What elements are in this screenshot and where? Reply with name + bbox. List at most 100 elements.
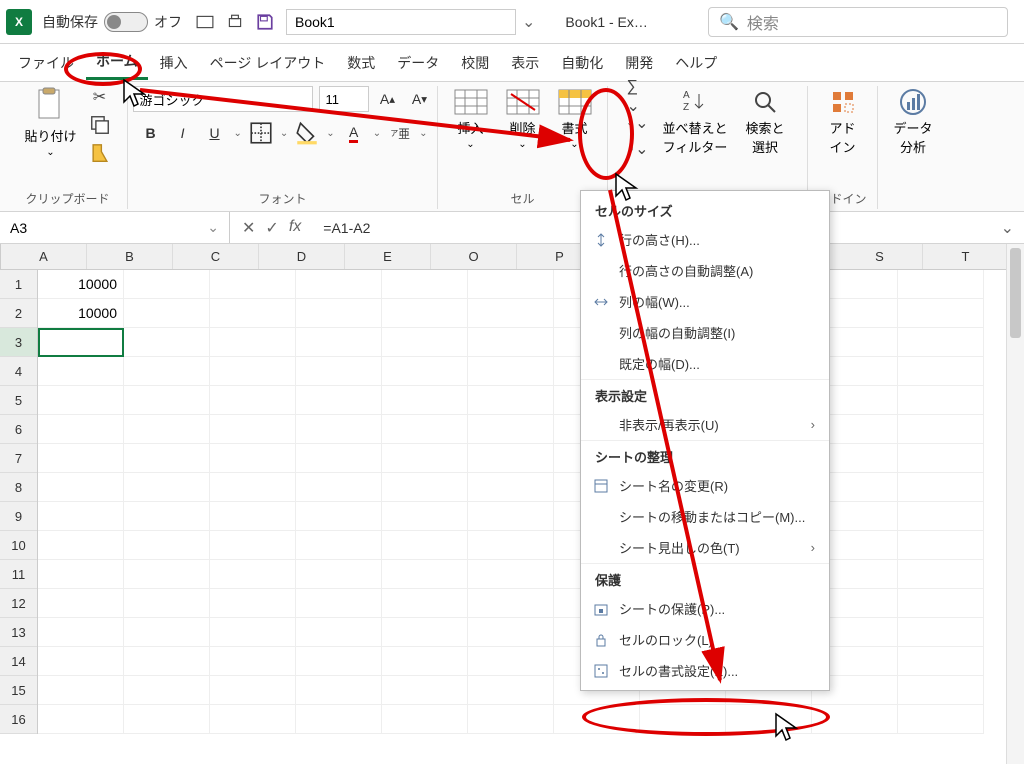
row-header[interactable]: 6 xyxy=(0,415,37,444)
cell[interactable] xyxy=(382,647,468,676)
sort-filter-button[interactable]: AZ 並べ替えと フィルター xyxy=(658,86,731,160)
cell[interactable] xyxy=(124,589,210,618)
cell[interactable] xyxy=(382,328,468,357)
cell[interactable] xyxy=(124,676,210,705)
cell[interactable] xyxy=(38,676,124,705)
col-header[interactable]: T xyxy=(923,244,1009,269)
cell[interactable] xyxy=(296,386,382,415)
cell[interactable] xyxy=(124,560,210,589)
cell[interactable] xyxy=(898,676,984,705)
cell[interactable] xyxy=(38,560,124,589)
filename-dropdown[interactable]: Book1 xyxy=(286,9,516,35)
tab-page-layout[interactable]: ページ レイアウト xyxy=(200,47,336,79)
row-header[interactable]: 3 xyxy=(0,328,37,357)
cell[interactable] xyxy=(898,502,984,531)
format-painter-icon[interactable] xyxy=(89,142,111,164)
tab-insert[interactable]: 挿入 xyxy=(150,47,198,79)
dd-autofit-col[interactable]: 列の幅の自動調整(I) xyxy=(581,317,829,348)
cancel-icon[interactable]: ✕ xyxy=(242,218,255,238)
cell[interactable] xyxy=(38,386,124,415)
cell[interactable] xyxy=(296,473,382,502)
tab-file[interactable]: ファイル xyxy=(8,47,84,79)
dd-row-height[interactable]: 行の高さ(H)... xyxy=(581,224,829,255)
row-header[interactable]: 10 xyxy=(0,531,37,560)
cell[interactable] xyxy=(296,705,382,734)
font-name-select[interactable] xyxy=(133,86,313,112)
row-header[interactable]: 1 xyxy=(0,270,37,299)
row-header[interactable]: 4 xyxy=(0,357,37,386)
open-icon[interactable] xyxy=(196,13,214,31)
cell[interactable] xyxy=(210,589,296,618)
cell[interactable] xyxy=(210,560,296,589)
autosave-toggle[interactable]: 自動保存 オフ xyxy=(42,12,182,32)
cell[interactable] xyxy=(38,705,124,734)
paste-button[interactable]: 貼り付け ⌄ xyxy=(24,86,76,164)
toggle-icon[interactable] xyxy=(104,12,148,32)
cell[interactable] xyxy=(296,647,382,676)
dropdown-chevron-icon[interactable]: ⌄ xyxy=(522,12,535,32)
fill-icon[interactable]: ⌄ xyxy=(626,112,648,134)
dd-format-cells[interactable]: セルの書式設定(E)... xyxy=(581,655,829,686)
tab-view[interactable]: 表示 xyxy=(501,47,549,79)
cell[interactable] xyxy=(382,560,468,589)
row-header[interactable]: 16 xyxy=(0,705,37,734)
tab-home[interactable]: ホーム xyxy=(86,45,148,80)
tab-formulas[interactable]: 数式 xyxy=(337,47,385,79)
cell[interactable] xyxy=(38,502,124,531)
dd-protect-sheet[interactable]: シートの保護(P)... xyxy=(581,593,829,624)
print-icon[interactable] xyxy=(226,13,244,31)
delete-cells-button[interactable]: 削除 ⌄ xyxy=(501,86,545,152)
cell[interactable] xyxy=(468,531,554,560)
cell[interactable] xyxy=(210,473,296,502)
format-cells-button[interactable]: 書式 ⌄ xyxy=(553,86,597,152)
cell[interactable] xyxy=(382,502,468,531)
dd-lock-cell[interactable]: セルのロック(L) xyxy=(581,624,829,655)
col-header[interactable]: S xyxy=(837,244,923,269)
cell[interactable] xyxy=(38,357,124,386)
cell[interactable] xyxy=(124,357,210,386)
cell-a1[interactable]: 10000 xyxy=(38,270,124,299)
search-input[interactable]: 🔍 検索 xyxy=(708,7,1008,37)
cell[interactable] xyxy=(124,386,210,415)
cell[interactable] xyxy=(38,415,124,444)
cell[interactable] xyxy=(382,618,468,647)
cell[interactable] xyxy=(382,531,468,560)
cell[interactable] xyxy=(898,560,984,589)
cell[interactable] xyxy=(898,531,984,560)
cell[interactable] xyxy=(38,473,124,502)
cell[interactable] xyxy=(468,647,554,676)
cell[interactable] xyxy=(898,357,984,386)
row-header[interactable]: 14 xyxy=(0,647,37,676)
row-header[interactable]: 11 xyxy=(0,560,37,589)
cell[interactable] xyxy=(468,357,554,386)
col-header[interactable]: O xyxy=(431,244,517,269)
tab-developer[interactable]: 開発 xyxy=(615,47,663,79)
cell[interactable] xyxy=(296,357,382,386)
vertical-scrollbar[interactable] xyxy=(1006,244,1024,764)
col-header[interactable]: D xyxy=(259,244,345,269)
cell[interactable] xyxy=(38,618,124,647)
cell[interactable] xyxy=(898,415,984,444)
cell[interactable] xyxy=(468,705,554,734)
col-header[interactable]: B xyxy=(87,244,173,269)
cell[interactable] xyxy=(898,270,984,299)
cell[interactable] xyxy=(382,676,468,705)
save-icon[interactable] xyxy=(256,13,274,31)
cell[interactable] xyxy=(468,560,554,589)
insert-cells-button[interactable]: 挿入 ⌄ xyxy=(449,86,493,152)
cell[interactable] xyxy=(210,502,296,531)
cell[interactable] xyxy=(898,386,984,415)
dd-tab-color[interactable]: シート見出しの色(T)› xyxy=(581,532,829,563)
row-header[interactable]: 9 xyxy=(0,502,37,531)
cell[interactable] xyxy=(296,589,382,618)
font-size-select[interactable] xyxy=(319,86,369,112)
cell[interactable] xyxy=(468,328,554,357)
bold-button[interactable]: B xyxy=(138,120,164,146)
cell[interactable] xyxy=(468,473,554,502)
cell[interactable] xyxy=(210,299,296,328)
dd-hide-unhide[interactable]: 非表示/再表示(U)› xyxy=(581,409,829,440)
cell[interactable] xyxy=(124,647,210,676)
cell[interactable] xyxy=(210,328,296,357)
cell[interactable] xyxy=(382,589,468,618)
col-header[interactable]: C xyxy=(173,244,259,269)
